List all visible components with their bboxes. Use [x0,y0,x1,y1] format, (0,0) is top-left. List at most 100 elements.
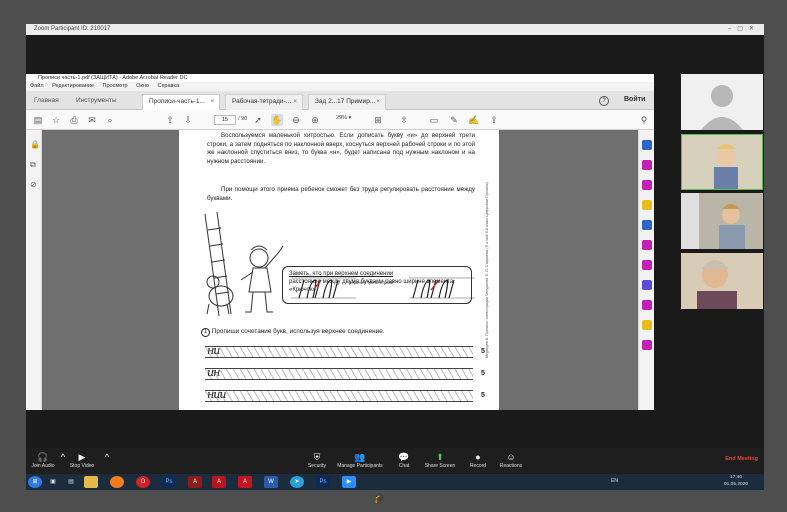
security-button[interactable]: ⛨ Security [302,452,332,469]
zoom-level-select[interactable]: 29% ▾ [336,115,351,121]
tab-document[interactable]: Зад 2...17 Примир... × [308,94,386,110]
paragraph-1: Воспользуемся маленькой хитростью. Если … [207,132,475,165]
windows-taskbar: ⊞ ▣ ▤ O Ps A A A W ➤ Ps ▶ EN 17:40 01.05… [26,474,764,490]
save-icon[interactable]: ▤ [32,114,44,126]
reactions-button[interactable]: ☺ Reactions [496,452,526,469]
folder-icon[interactable] [84,476,98,488]
files-icon[interactable]: ▤ [64,476,78,488]
photoshop-icon[interactable]: Ps [316,476,330,488]
help-icon[interactable]: ? [599,96,609,106]
join-audio-button[interactable]: 🎧 Join Audio [28,452,58,469]
tab-home[interactable]: Главная [28,94,59,110]
left-nav-panel: 🔒 ⧉ ⊘ [26,130,42,410]
page-number-input[interactable]: 15 [214,115,236,125]
attachment-icon[interactable]: ⊘ [30,180,37,189]
language-indicator[interactable]: EN [611,478,618,484]
menu-item[interactable]: Справка [157,83,179,89]
participant-tile-avatar[interactable] [681,74,763,130]
sign-icon[interactable]: ✍ [468,114,480,126]
participant-tile-video[interactable] [681,193,763,249]
chevron-up-icon[interactable]: ^ [104,452,110,463]
share-screen-button[interactable]: ⬆ Share Screen [420,452,460,469]
edit-pdf-icon[interactable] [642,180,652,190]
cursive-sample: ин [207,366,220,379]
comment-tool-icon[interactable] [642,200,652,210]
menu-item[interactable]: Окно [136,83,149,89]
control-label: Join Audio [31,463,55,469]
menu-item[interactable]: Редактирование [52,83,94,89]
scroll-mode-icon[interactable]: ⇳ [398,114,410,126]
participant-tile-video[interactable] [681,253,763,309]
page-up-icon[interactable]: ⇧ [164,114,176,126]
send-for-review-icon[interactable] [642,300,652,310]
protect-icon[interactable] [642,280,652,290]
opera-icon[interactable]: O [136,476,150,488]
record-button[interactable]: ● Record [466,452,490,469]
participant-video [681,253,763,309]
organize-pages-icon[interactable] [642,240,652,250]
end-meeting-button[interactable]: End Meeting [725,456,758,462]
window-controls[interactable]: –▢✕ [728,24,760,35]
tab-document-active[interactable]: Прописи-часть-1... × [142,94,220,110]
combine-files-icon[interactable] [642,220,652,230]
document-viewport[interactable]: Воспользуемся маленькой хитростью. Если … [42,130,638,410]
mail-icon[interactable]: ✉ [86,114,98,126]
participant-tile-video[interactable] [681,134,763,190]
participants-icon: 👥 [354,452,366,462]
search-icon[interactable]: ⌕ [104,114,116,126]
menu-item[interactable]: Файл [30,83,44,89]
control-label: Share Screen [424,463,456,469]
pdf-reader-icon[interactable]: A [238,476,252,488]
user-search-icon[interactable]: ⚲ [638,114,650,126]
chat-icon: 💬 [398,452,410,462]
share-icon[interactable]: ⇪ [488,114,500,126]
create-pdf-icon[interactable] [642,160,652,170]
pages-icon[interactable]: ⧉ [30,160,36,170]
explorer-icon[interactable]: ▣ [46,476,60,488]
tab-document[interactable]: Рабочая-тетради-... × [225,94,303,110]
close-icon[interactable]: × [293,95,297,109]
comment-icon[interactable]: ▭ [428,114,440,126]
writing-line [205,346,473,358]
ladder-illustration [204,211,232,317]
fit-page-icon[interactable]: ⊞ [372,114,384,126]
zoom-app-icon[interactable]: ▶ [342,476,356,488]
print-icon[interactable]: ⎙ [68,114,80,126]
fill-sign-icon[interactable] [642,260,652,270]
pen-icon[interactable]: ✎ [448,114,460,126]
chat-button[interactable]: 💬 Chat [392,452,416,469]
sign-in-button[interactable]: Войти [624,96,645,103]
control-label: Chat [398,463,410,469]
stop-video-button[interactable]: ▶ Stop Video [66,452,98,469]
acrobat-title: Прописи часть-1.pdf (ЗАЩИТА) - Adobe Acr… [38,75,188,81]
close-icon[interactable]: × [210,95,214,109]
share-screen-icon: ⬆ [436,452,444,462]
manage-participants-button[interactable]: 👥 Manage Participants [334,452,386,469]
graduation-cap-icon: 🎓 [373,493,387,504]
clock[interactable]: 17:40 01.05.2020 [724,475,748,488]
firefox-icon[interactable] [110,476,124,488]
zoom-out-icon[interactable]: ⊖ [290,114,302,126]
control-label: Manage Participants [337,463,383,469]
close-icon[interactable]: × [376,95,380,109]
tools-more-icon[interactable] [642,340,652,350]
export-pdf-icon[interactable] [642,140,652,150]
tab-label: Прописи-часть-1... [149,98,205,105]
acrobat-icon[interactable]: A [188,476,202,488]
word-icon[interactable]: W [264,476,278,488]
acrobat-dc-icon[interactable]: A [212,476,226,488]
headphones-icon: 🎧 [37,452,49,462]
hand-tool-icon[interactable]: ✋ [271,114,283,126]
menu-item[interactable]: Просмотр [103,83,128,89]
zoom-in-icon[interactable]: ⊕ [309,114,321,126]
zoom-control-bar: 🎧 Join Audio ^ ▶ Stop Video ^ ⛨ Security 👥 M… [26,448,764,474]
photoshop-icon[interactable]: Ps [162,476,176,488]
bookmark-icon[interactable]: ☆ [50,114,62,126]
stamp-icon[interactable] [642,320,652,330]
page-down-icon[interactable]: ⇩ [182,114,194,126]
lock-icon[interactable]: 🔒 [30,140,40,149]
tab-tools[interactable]: Инструменты [70,94,117,110]
start-icon[interactable]: ⊞ [28,476,42,488]
telegram-icon[interactable]: ➤ [290,476,304,488]
select-cursor-icon[interactable]: ➚ [252,114,264,126]
